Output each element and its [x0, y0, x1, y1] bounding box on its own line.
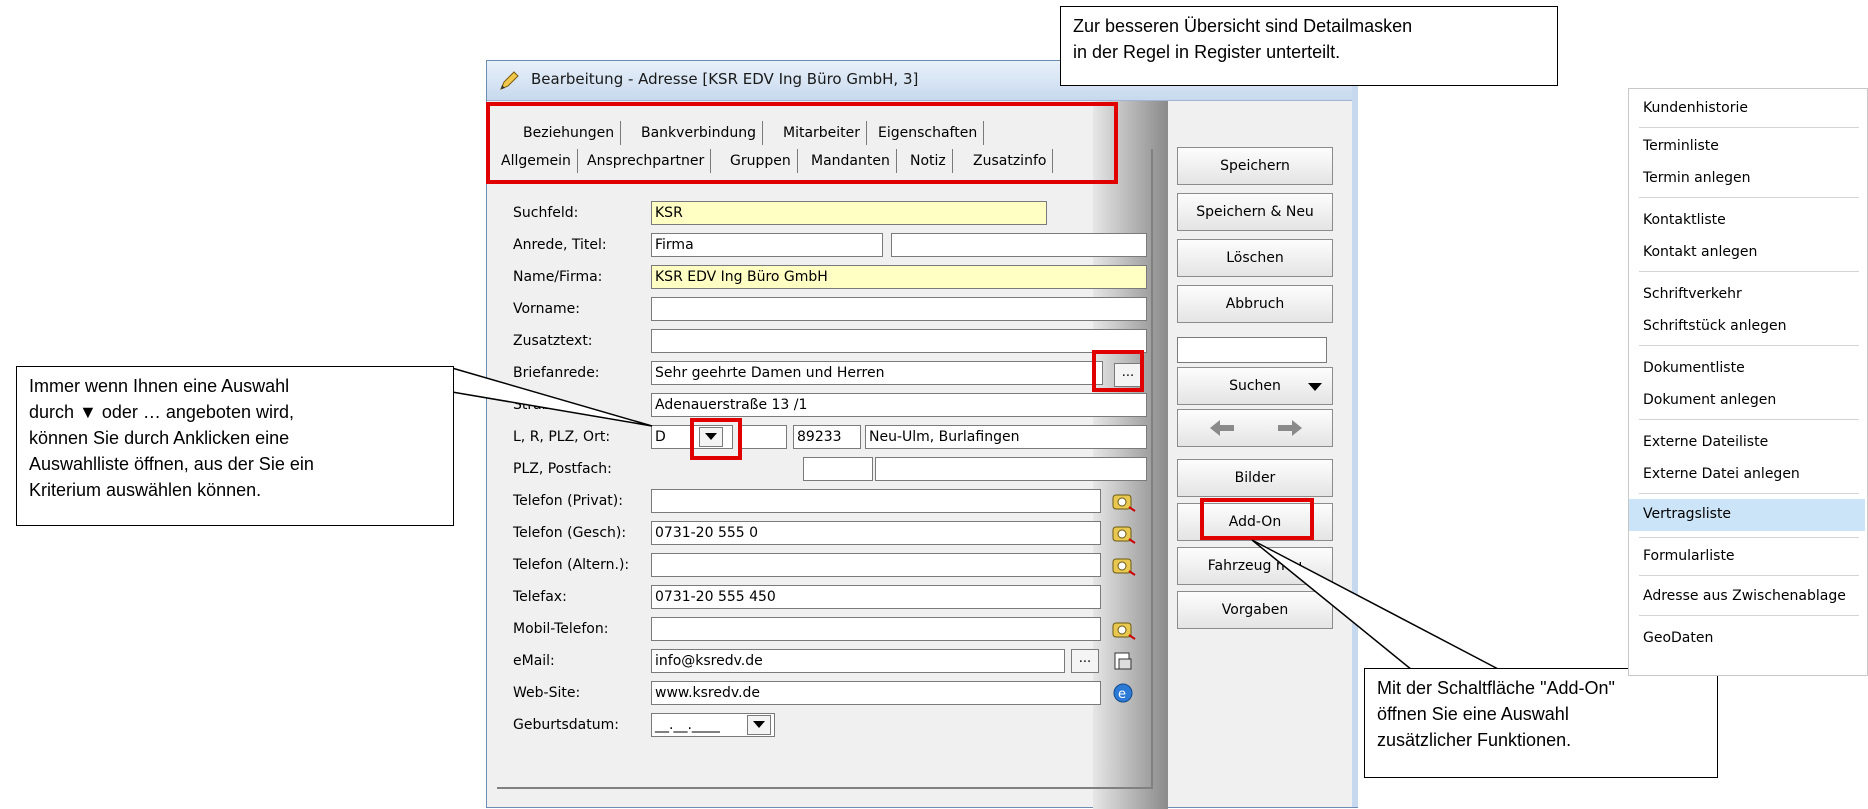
menu-item-adresse-aus-zwischenablage[interactable]: Adresse aus Zwischenablage [1629, 581, 1865, 611]
menu-separator [1639, 537, 1859, 538]
menu-item-geodaten[interactable]: GeoDaten [1629, 623, 1865, 653]
menu-separator [1639, 419, 1859, 420]
callout-tabs-line-2: in der Regel in Register unterteilt. [1073, 42, 1341, 62]
menu-item-kontakt-anlegen[interactable]: Kontakt anlegen [1629, 237, 1865, 267]
menu-item-dokument-anlegen[interactable]: Dokument anlegen [1629, 385, 1865, 415]
callout-selection-line-5: Kriterium auswählen können. [29, 480, 262, 500]
menu-separator [1639, 615, 1859, 616]
menu-item-externe-dateiliste[interactable]: Externe Dateiliste [1629, 427, 1865, 457]
callout-selection-line-2: durch ▼ oder … angeboten wird, [29, 402, 294, 422]
menu-separator [1639, 127, 1859, 128]
menu-separator [1639, 493, 1859, 494]
menu-item-schriftverkehr[interactable]: Schriftverkehr [1629, 279, 1865, 309]
callout-selection-line-1: Immer wenn Ihnen eine Auswahl [29, 376, 290, 396]
menu-separator [1639, 197, 1859, 198]
callout-addon-line-1: Mit der Schaltfläche "Add-On" [1377, 678, 1615, 698]
callout-selection-line-3: können Sie durch Anklicken eine [29, 428, 290, 448]
callout-addon-line-3: zusätzlicher Funktionen. [1377, 730, 1572, 750]
callout-selection-explanation: Immer wenn Ihnen eine Auswahl durch ▼ od… [16, 366, 454, 526]
callout-addon-explanation: Mit der Schaltfläche "Add-On" öffnen Sie… [1364, 668, 1718, 778]
menu-item-formularliste[interactable]: Formularliste [1629, 541, 1865, 571]
menu-item-terminliste[interactable]: Terminliste [1629, 131, 1865, 161]
callout-tabs-line-1: Zur besseren Übersicht sind Detailmasken [1073, 16, 1413, 36]
menu-item-dokumentliste[interactable]: Dokumentliste [1629, 353, 1865, 383]
menu-item-externe-datei-anlegen[interactable]: Externe Datei anlegen [1629, 459, 1865, 489]
menu-item-kundenhistorie[interactable]: Kundenhistorie [1629, 93, 1865, 123]
callout-selection-line-4: Auswahlliste öffnen, aus der Sie ein [29, 454, 314, 474]
menu-separator [1639, 271, 1859, 272]
menu-separator [1639, 575, 1859, 576]
menu-item-schriftstueck-anlegen[interactable]: Schriftstück anlegen [1629, 311, 1865, 341]
menu-item-vertragsliste[interactable]: Vertragsliste [1629, 499, 1865, 531]
addon-menu: Kundenhistorie Terminliste Termin anlege… [1628, 88, 1868, 676]
menu-item-kontaktliste[interactable]: Kontaktliste [1629, 205, 1865, 235]
callout-tabs-explanation: Zur besseren Übersicht sind Detailmasken… [1060, 6, 1558, 86]
menu-separator [1639, 345, 1859, 346]
callout-addon-line-2: öffnen Sie eine Auswahl [1377, 704, 1569, 724]
menu-item-termin-anlegen[interactable]: Termin anlegen [1629, 163, 1865, 193]
